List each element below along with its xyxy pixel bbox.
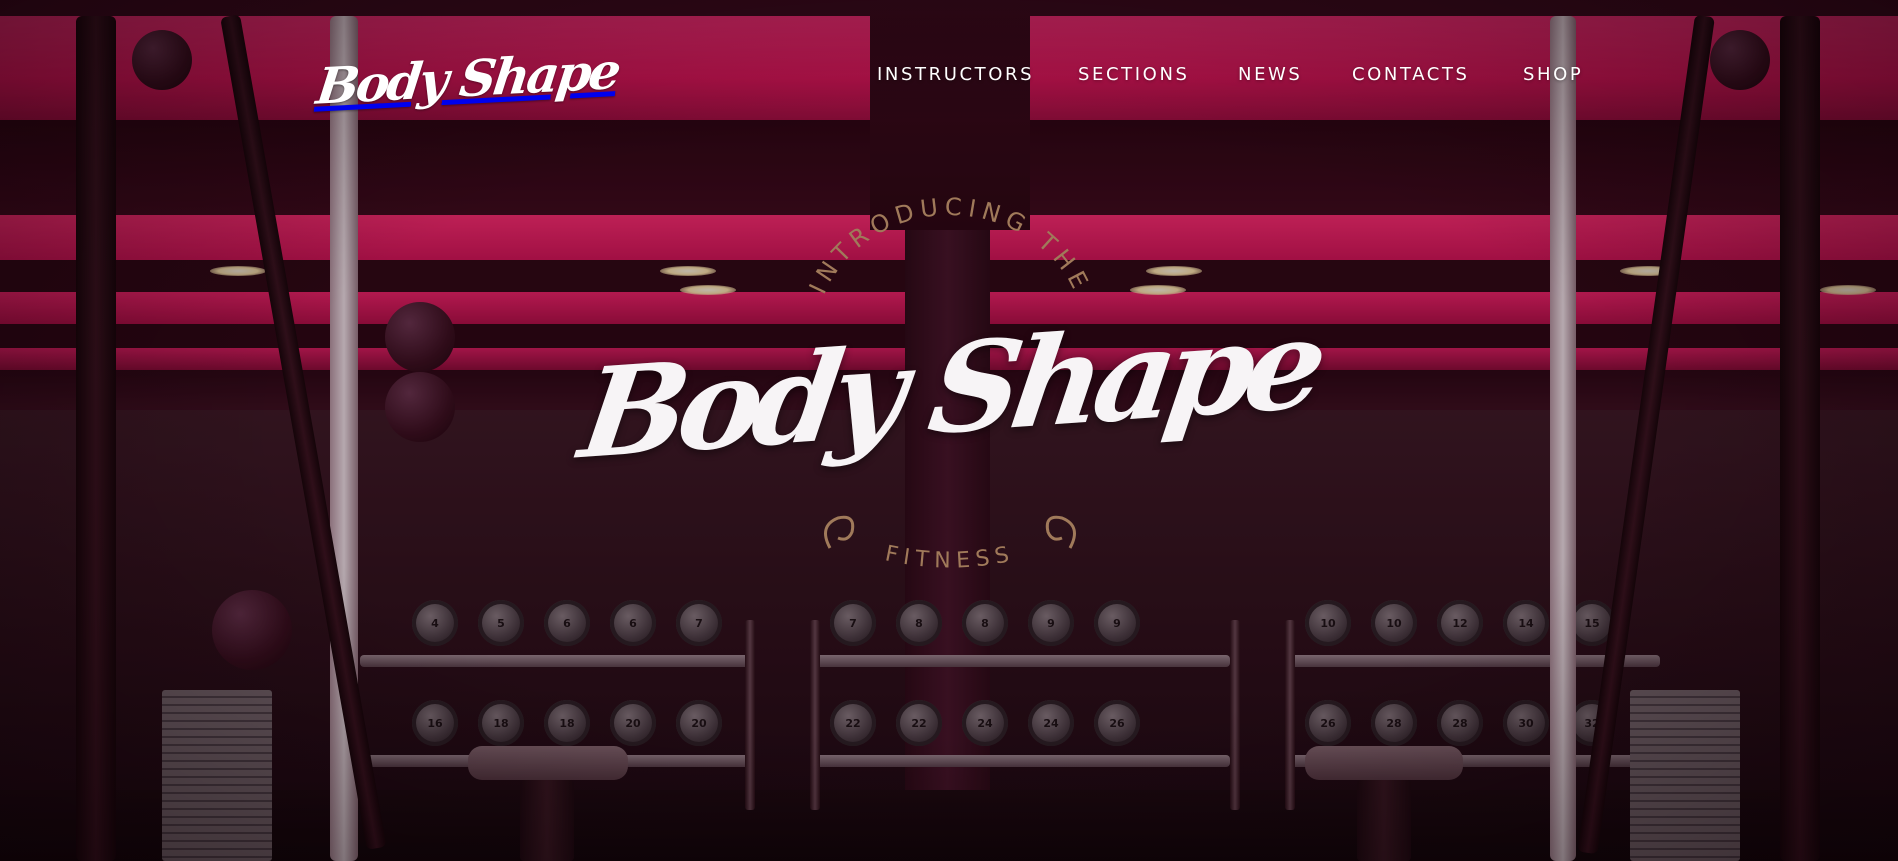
hero-logo-text: Body Shape xyxy=(572,291,1328,488)
nav-item-contacts[interactable]: CONTACTS xyxy=(1352,62,1470,88)
nav-item-shop[interactable]: SHOP xyxy=(1523,62,1583,88)
main-navigation: INSTRUCTORS SECTIONS NEWS CONTACTS SHOP xyxy=(0,62,1898,92)
nav-item-sections[interactable]: SECTIONS xyxy=(1078,62,1190,88)
badge-flourish-right xyxy=(1045,515,1076,549)
hero-badge: INTRODUCING THE FITNESS Body Shape xyxy=(573,193,1328,620)
badge-flourish-left xyxy=(824,515,855,549)
nav-item-instructors[interactable]: INSTRUCTORS xyxy=(877,62,1034,88)
badge-bottom-text: FITNESS xyxy=(883,541,1017,573)
nav-item-news[interactable]: NEWS xyxy=(1238,62,1302,88)
hero-logo: Body Shape xyxy=(573,292,1328,487)
